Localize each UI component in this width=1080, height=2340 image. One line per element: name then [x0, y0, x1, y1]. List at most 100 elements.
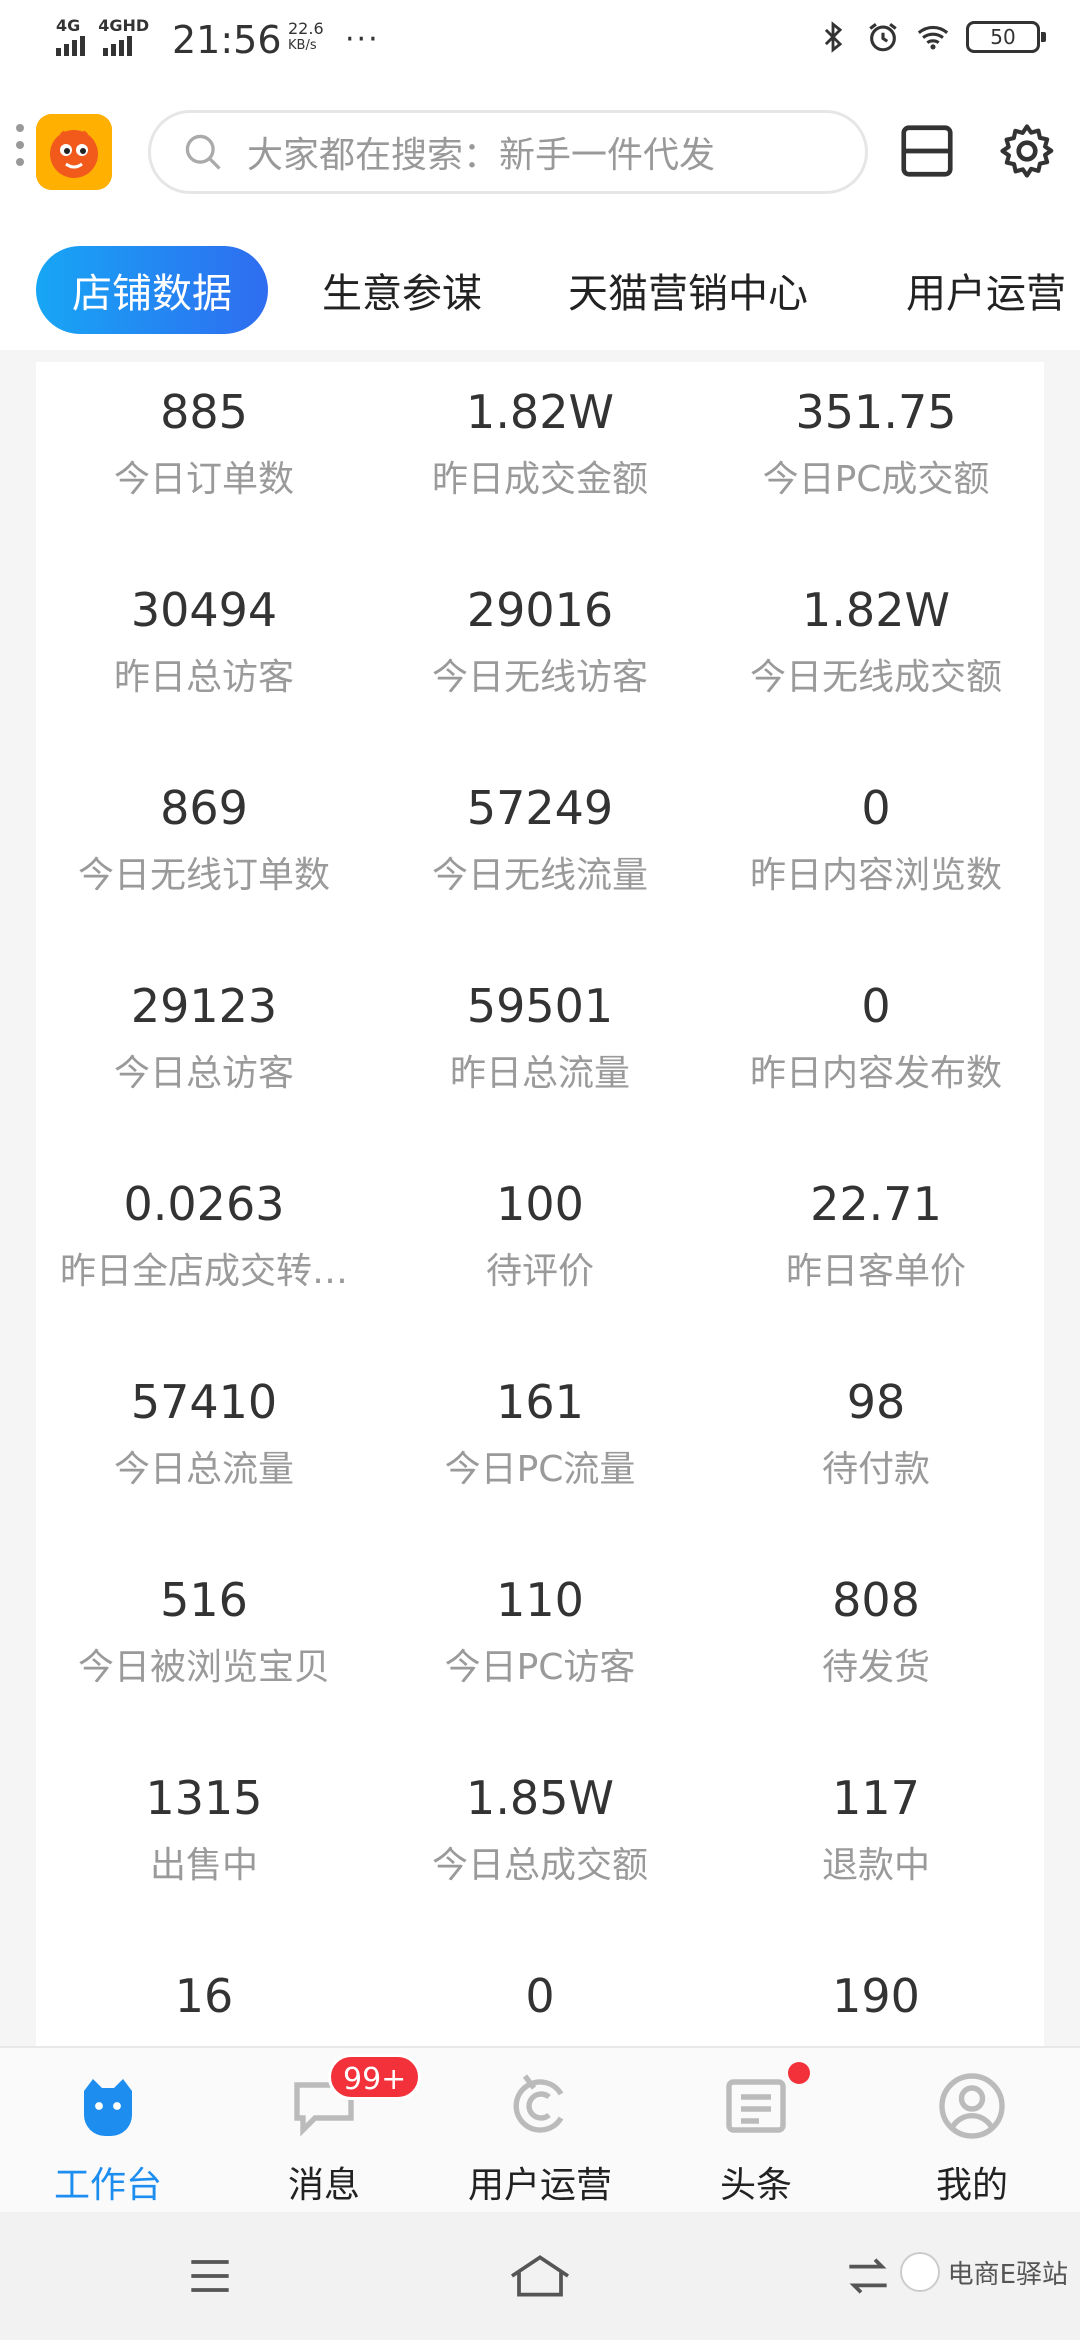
- metric-cell[interactable]: 869 今日无线订单数: [36, 778, 372, 900]
- top-bar: 大家都在搜索：新手一件代发: [0, 80, 1080, 230]
- metric-label: 今日PC流量: [444, 1449, 636, 1490]
- metric-cell[interactable]: 117 退款中: [708, 1768, 1044, 1890]
- metric-cell[interactable]: 57249 今日无线流量: [372, 778, 708, 900]
- speed-value: 22.6: [288, 19, 324, 38]
- more-notifications: ···: [345, 22, 380, 57]
- metric-cell[interactable]: 29123 今日总访客: [36, 976, 372, 1098]
- metric-label: 待付款: [821, 1449, 930, 1490]
- metric-label: 昨日内容发布数: [749, 1053, 1002, 1094]
- drag-handle-icon[interactable]: [16, 124, 26, 175]
- metric-value: 100: [496, 1177, 584, 1231]
- nav-label: 用户运营: [467, 2165, 612, 2206]
- metric-cell[interactable]: 57410 今日总流量: [36, 1372, 372, 1494]
- nav-profile[interactable]: 我的: [864, 2048, 1080, 2214]
- signal-icon: [103, 36, 132, 56]
- metric-value: 29016: [466, 583, 614, 637]
- system-navigation-bar: 电商E驿站: [0, 2212, 1080, 2340]
- clock: 21:56: [172, 18, 282, 62]
- search-input[interactable]: 大家都在搜索：新手一件代发: [148, 110, 868, 194]
- network-indicator: 4G 4GHD: [56, 18, 149, 56]
- metric-cell[interactable]: 0: [372, 1966, 708, 2040]
- nav-label: 我的: [935, 2165, 1008, 2206]
- wifi-icon: [917, 25, 949, 50]
- network-label-2: 4GHD: [98, 16, 150, 35]
- profile-icon: [939, 2073, 1005, 2139]
- metric-cell[interactable]: 110 今日PC访客: [372, 1570, 708, 1692]
- metric-label: 今日总成交额: [431, 1845, 648, 1886]
- metric-value: 885: [160, 385, 248, 439]
- nav-user-operations[interactable]: 用户运营: [432, 2048, 648, 2214]
- metric-cell[interactable]: 808 待发货: [708, 1570, 1044, 1692]
- nav-label: 工作台: [53, 2165, 162, 2206]
- metric-value: 516: [160, 1573, 248, 1627]
- metric-value: 351.75: [795, 385, 957, 439]
- nav-label: 消息: [287, 2165, 360, 2206]
- metric-value: 1.82W: [802, 583, 950, 637]
- metric-cell[interactable]: 59501 昨日总流量: [372, 976, 708, 1098]
- back-switch-icon[interactable]: [840, 2248, 896, 2304]
- nav-workbench[interactable]: 工作台: [0, 2048, 216, 2214]
- nav-messages[interactable]: 99+ 消息: [216, 2048, 432, 2214]
- metric-cell[interactable]: 1315 出售中: [36, 1768, 372, 1890]
- metric-value: 1315: [145, 1771, 263, 1825]
- metric-value: 0: [861, 781, 891, 835]
- metric-label: 今日被浏览宝贝: [77, 1647, 330, 1688]
- metric-cell[interactable]: 1.82W 昨日成交金额: [372, 382, 708, 504]
- unread-badge: 99+: [328, 2054, 422, 2100]
- metric-label: 今日无线订单数: [77, 855, 330, 896]
- metric-cell[interactable]: 190: [708, 1966, 1044, 2040]
- network-speed: 22.6 KB/s: [288, 20, 324, 54]
- wechat-icon: [899, 2252, 940, 2292]
- metric-label: 今日PC访客: [444, 1647, 636, 1688]
- search-icon: [185, 134, 221, 170]
- metric-value: 1.85W: [466, 1771, 614, 1825]
- scan-icon[interactable]: [896, 120, 958, 182]
- metric-cell[interactable]: 30494 昨日总访客: [36, 580, 372, 702]
- tab-user-operations[interactable]: 用户运营: [906, 246, 1066, 334]
- metric-cell[interactable]: 1.82W 今日无线成交额: [708, 580, 1044, 702]
- metric-label: 今日订单数: [113, 459, 294, 500]
- notification-dot: [788, 2062, 810, 2084]
- metric-cell[interactable]: 351.75 今日PC成交额: [708, 382, 1044, 504]
- metric-value: 808: [832, 1573, 920, 1627]
- tab-store-data[interactable]: 店铺数据: [36, 246, 268, 334]
- metric-cell[interactable]: 0 昨日内容发布数: [708, 976, 1044, 1098]
- metric-cell[interactable]: 516 今日被浏览宝贝: [36, 1570, 372, 1692]
- tab-tmall-marketing[interactable]: 天猫营销中心: [568, 246, 808, 334]
- home-icon[interactable]: [504, 2248, 576, 2304]
- metric-cell[interactable]: 100 待评价: [372, 1174, 708, 1296]
- nav-headlines[interactable]: 头条: [648, 2048, 864, 2214]
- metric-label: 昨日全店成交转…: [59, 1251, 348, 1292]
- metric-label: 出售中: [149, 1845, 258, 1886]
- metric-value: 22.71: [810, 1177, 942, 1231]
- metric-cell[interactable]: 0.0263 昨日全店成交转…: [36, 1174, 372, 1296]
- metric-value: 110: [496, 1573, 584, 1627]
- metric-cell[interactable]: 0 昨日内容浏览数: [708, 778, 1044, 900]
- metric-label: 昨日总流量: [449, 1053, 630, 1094]
- metric-cell[interactable]: 16: [36, 1966, 372, 2040]
- settings-gear-icon[interactable]: [996, 120, 1058, 182]
- metric-cell[interactable]: 885 今日订单数: [36, 382, 372, 504]
- app-logo[interactable]: [36, 114, 112, 190]
- speed-unit: KB/s: [288, 38, 317, 53]
- metric-cell[interactable]: 22.71 昨日客单价: [708, 1174, 1044, 1296]
- workbench-icon: [84, 2079, 132, 2136]
- metric-cell[interactable]: 98 待付款: [708, 1372, 1044, 1494]
- category-tabs: 店铺数据 生意参谋 天猫营销中心 用户运营: [0, 230, 1080, 350]
- metric-label: 待评价: [485, 1251, 594, 1292]
- metric-label: 今日PC成交额: [762, 459, 990, 500]
- metric-label: 待发货: [821, 1647, 930, 1688]
- menu-icon[interactable]: [182, 2248, 238, 2304]
- metric-value: 30494: [130, 583, 278, 637]
- tab-business-advisor[interactable]: 生意参谋: [322, 246, 482, 334]
- metric-cell[interactable]: 161 今日PC流量: [372, 1372, 708, 1494]
- battery-indicator: 50: [966, 21, 1046, 53]
- metric-cell[interactable]: 1.85W 今日总成交额: [372, 1768, 708, 1890]
- metric-cell[interactable]: 29016 今日无线访客: [372, 580, 708, 702]
- metric-label: 今日无线访客: [431, 657, 648, 698]
- metric-value: 0: [861, 979, 891, 1033]
- metric-label: 今日总流量: [113, 1449, 294, 1490]
- metric-value: 117: [832, 1771, 920, 1825]
- metric-value: 1.82W: [466, 385, 614, 439]
- metric-value: 29123: [130, 979, 278, 1033]
